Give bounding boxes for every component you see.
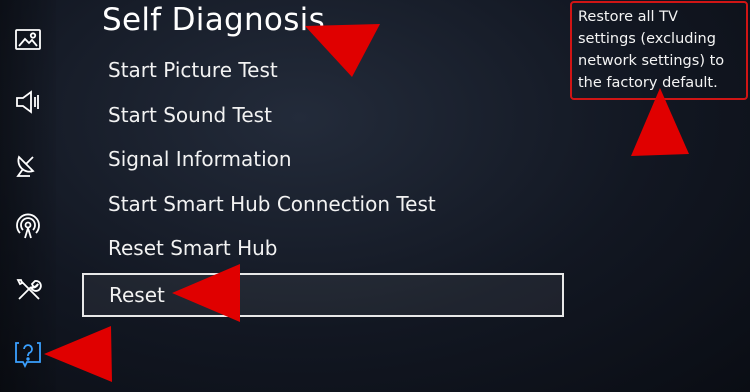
support-icon[interactable] xyxy=(10,336,46,372)
menu-item-reset-smart-hub[interactable]: Reset Smart Hub xyxy=(82,226,564,271)
menu-item-start-picture-test[interactable]: Start Picture Test xyxy=(82,48,564,93)
page-title: Self Diagnosis xyxy=(102,2,326,38)
system-icon[interactable] xyxy=(10,272,46,308)
picture-icon[interactable] xyxy=(10,22,46,58)
description-panel: Restore all TV settings (excluding netwo… xyxy=(570,1,748,100)
menu-item-reset[interactable]: Reset xyxy=(82,272,564,317)
network-icon[interactable] xyxy=(10,208,46,244)
menu-item-smart-hub-connection-test[interactable]: Start Smart Hub Connection Test xyxy=(82,182,564,227)
menu-item-start-sound-test[interactable]: Start Sound Test xyxy=(82,93,564,138)
sound-icon[interactable] xyxy=(10,84,46,120)
broadcasting-icon[interactable] xyxy=(10,146,46,182)
menu-item-signal-information[interactable]: Signal Information xyxy=(82,137,564,182)
sidebar xyxy=(0,0,56,392)
diagnosis-menu: Start Picture Test Start Sound Test Sign… xyxy=(82,48,564,317)
